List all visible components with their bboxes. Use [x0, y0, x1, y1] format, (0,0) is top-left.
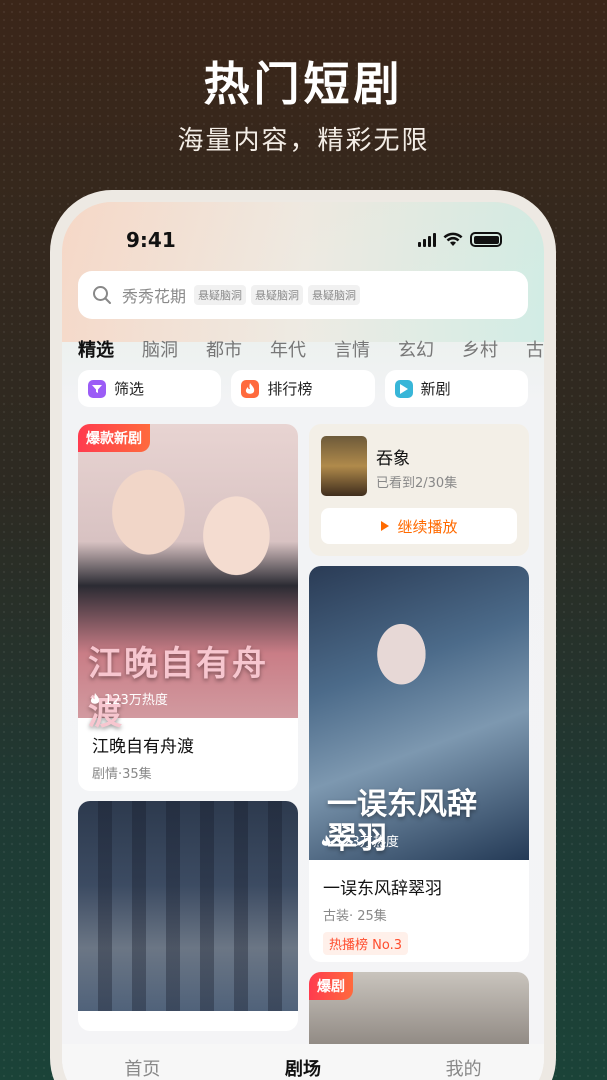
nav-profile[interactable]: 我的: [446, 1055, 482, 1080]
hero-subtitle: 海量内容，精彩无限: [177, 126, 430, 156]
new-drama-button[interactable]: 新剧: [384, 370, 528, 407]
search-hot-tag[interactable]: 悬疑脑洞: [194, 285, 247, 305]
drama-card-3[interactable]: [78, 801, 298, 1031]
flame-icon: [90, 692, 100, 704]
flame-icon: [241, 379, 260, 398]
new-drama-label: 新剧: [420, 380, 451, 398]
continue-play-button[interactable]: 继续播放: [321, 508, 517, 544]
heat-indicator: 123万热度: [321, 831, 399, 850]
drama-poster[interactable]: [78, 801, 298, 1011]
tab-brain-hole[interactable]: 脑洞: [142, 336, 206, 364]
tab-featured[interactable]: 精选: [78, 336, 142, 364]
heat-indicator: 123万热度: [90, 689, 168, 708]
ranking-button[interactable]: 排行榜: [231, 370, 375, 407]
badge-hot-new: 爆款新剧: [78, 424, 150, 452]
filter-button[interactable]: 筛选: [78, 370, 222, 407]
filter-icon: [88, 379, 106, 398]
cellular-signal-icon: [418, 232, 436, 247]
drama-card-2[interactable]: 一误东风辞翠羽 123万热度 一误东风辞翠羽 古装· 25集 热播榜 No.3: [309, 566, 529, 962]
wifi-icon: [443, 232, 463, 246]
search-hot-tag[interactable]: 悬疑脑洞: [308, 285, 361, 305]
search-icon: [93, 286, 111, 304]
continue-progress: 已看到2/30集: [376, 476, 458, 491]
poster-title: 江晚自有舟渡: [88, 644, 268, 733]
search-bar[interactable]: 秀秀花期 悬疑脑洞 悬疑脑洞 悬疑脑洞: [78, 271, 528, 319]
category-tabs: 精选 脑洞 都市 年代 言情 玄幻 乡村 古: [78, 336, 544, 364]
drama-meta: 古装· 25集: [323, 909, 387, 924]
nav-theater[interactable]: 剧场: [285, 1055, 321, 1080]
drama-title[interactable]: 一误东风辞翠羽: [309, 860, 529, 899]
bottom-nav: 首页 剧场 我的: [62, 1044, 544, 1080]
tab-romance[interactable]: 言情: [334, 336, 398, 364]
badge-hot: 爆剧: [309, 972, 353, 1000]
tab-ancient[interactable]: 古: [526, 336, 544, 364]
drama-card-featured[interactable]: 江晚自有舟渡 爆款新剧 123万热度 江晚自有舟渡 剧情·35集: [78, 424, 298, 791]
status-time: 9:41: [126, 228, 176, 252]
flame-icon: [321, 834, 331, 846]
search-placeholder[interactable]: 秀秀花期: [122, 283, 186, 307]
quick-actions: 筛选 排行榜 新剧: [78, 370, 528, 407]
heat-value: 123万热度: [104, 693, 168, 708]
search-hot-tag[interactable]: 悬疑脑洞: [251, 285, 304, 305]
battery-icon: [470, 232, 502, 247]
continue-thumbnail[interactable]: [321, 436, 367, 496]
continue-play-label: 继续播放: [397, 517, 458, 536]
hero-title: 热门短剧: [203, 57, 404, 111]
nav-home[interactable]: 首页: [124, 1055, 160, 1080]
continue-watching-card[interactable]: 吞象 已看到2/30集 继续播放: [309, 424, 529, 556]
drama-poster[interactable]: 爆剧: [309, 972, 529, 1052]
drama-poster[interactable]: 江晚自有舟渡 爆款新剧 123万热度: [78, 424, 298, 733]
play-icon: [381, 521, 390, 531]
tab-era[interactable]: 年代: [270, 336, 334, 364]
drama-meta: 剧情·35集: [92, 767, 152, 782]
status-bar: 9:41: [62, 226, 544, 256]
filter-label: 筛选: [114, 380, 145, 398]
heat-value: 123万热度: [335, 835, 399, 850]
play-icon: [394, 379, 413, 398]
ranking-label: 排行榜: [267, 380, 313, 398]
drama-poster[interactable]: 一误东风辞翠羽 123万热度: [309, 566, 529, 860]
continue-title: 吞象: [376, 449, 410, 469]
tab-urban[interactable]: 都市: [206, 336, 270, 364]
tab-fantasy[interactable]: 玄幻: [398, 336, 462, 364]
phone-frame: 9:41 秀秀花期 悬疑脑洞 悬疑脑洞 悬疑脑洞 精选 脑洞 都市 年代 言情 …: [50, 190, 556, 1080]
app-screen: 9:41 秀秀花期 悬疑脑洞 悬疑脑洞 悬疑脑洞 精选 脑洞 都市 年代 言情 …: [62, 202, 544, 1080]
tab-rural[interactable]: 乡村: [462, 336, 526, 364]
ranking-chip[interactable]: 热播榜 No.3: [323, 932, 408, 955]
